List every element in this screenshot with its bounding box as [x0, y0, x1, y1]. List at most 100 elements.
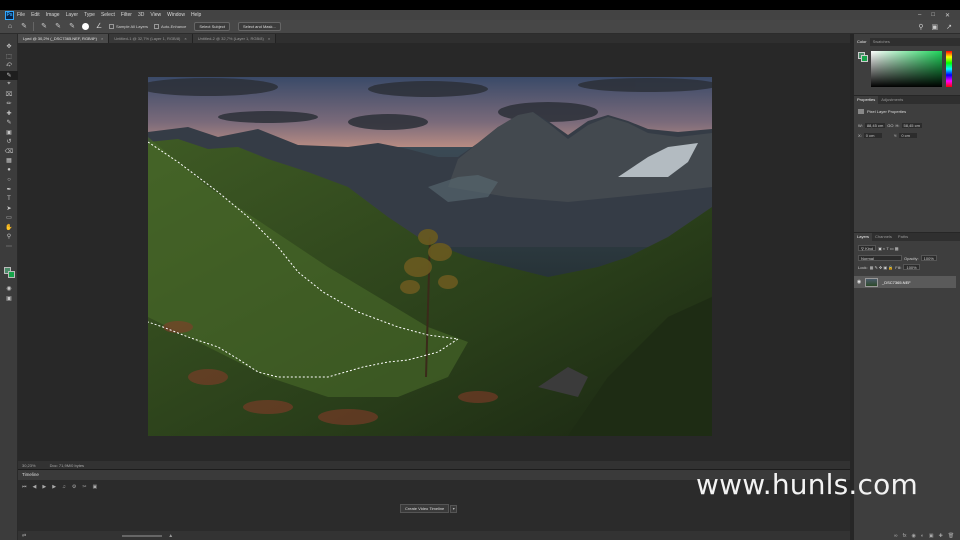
- clone-stamp-icon[interactable]: ▣: [0, 128, 18, 138]
- menu-help[interactable]: Help: [191, 12, 201, 18]
- link-proportions-label[interactable]: GO: [887, 123, 893, 128]
- move-tool-icon[interactable]: ✥: [0, 42, 18, 52]
- crop-tool-icon[interactable]: ⌖: [0, 80, 18, 90]
- layer-name[interactable]: _DSC7365.NEF: [882, 280, 911, 285]
- tab-paths[interactable]: Paths: [895, 233, 911, 241]
- gradient-tool-icon[interactable]: ▦: [0, 156, 18, 166]
- fill-field[interactable]: 100%: [903, 264, 920, 270]
- tab-layers[interactable]: Layers: [854, 233, 873, 241]
- menu-window[interactable]: Window: [167, 12, 185, 18]
- brush-tool-icon[interactable]: ✎: [0, 118, 18, 128]
- opacity-field[interactable]: 100%: [920, 255, 937, 261]
- healing-brush-icon[interactable]: ✚: [0, 109, 18, 119]
- transition-icon[interactable]: ▣: [93, 484, 98, 490]
- trash-icon[interactable]: 🗑: [948, 533, 954, 539]
- more-tools-icon[interactable]: ⋯: [0, 242, 18, 252]
- subtract-from-selection-icon[interactable]: ✎: [68, 23, 76, 31]
- path-selection-icon[interactable]: ➤: [0, 204, 18, 214]
- fx-icon[interactable]: fx: [903, 533, 907, 539]
- type-tool-icon[interactable]: T: [0, 194, 18, 204]
- tab-color[interactable]: Color: [854, 38, 870, 46]
- close-icon[interactable]: ×: [101, 36, 103, 41]
- tab-swatches[interactable]: Swatches: [870, 38, 893, 46]
- marquee-tool-icon[interactable]: ⬚: [0, 52, 18, 62]
- canvas-workspace[interactable]: [18, 43, 850, 461]
- height-field[interactable]: 58,45 cm: [901, 123, 922, 128]
- tab-channels[interactable]: Channels: [872, 233, 895, 241]
- menu-image[interactable]: Image: [46, 12, 60, 18]
- menu-layer[interactable]: Layer: [66, 12, 79, 18]
- tab-properties[interactable]: Properties: [854, 96, 879, 104]
- dodge-tool-icon[interactable]: ○: [0, 175, 18, 185]
- link-icon[interactable]: ∞: [894, 533, 898, 539]
- menu-type[interactable]: Type: [84, 12, 95, 18]
- brush-angle-icon[interactable]: ∠: [95, 23, 103, 31]
- first-frame-icon[interactable]: ⏮: [22, 484, 27, 490]
- add-to-selection-icon[interactable]: ✎: [54, 23, 62, 31]
- frame-tool-icon[interactable]: ⌧: [0, 90, 18, 100]
- create-video-timeline-button[interactable]: Create Video Timeline: [400, 504, 450, 513]
- quick-selection-tool-icon[interactable]: ✎: [20, 23, 28, 31]
- tab-adjustments[interactable]: Adjustments: [878, 96, 906, 104]
- next-frame-icon[interactable]: ▶: [52, 484, 56, 490]
- quick-selection-tool-icon[interactable]: ✎: [0, 70, 18, 80]
- mask-icon[interactable]: ◉: [911, 533, 915, 539]
- close-icon[interactable]: ✕: [945, 12, 950, 19]
- tab-document-1[interactable]: Lyed @ 30,2% (_DSC7365.NEF, RGB/8*) ×: [18, 34, 110, 43]
- hand-tool-icon[interactable]: ✋: [0, 223, 18, 233]
- hue-slider[interactable]: [946, 51, 952, 87]
- menu-3d[interactable]: 3D: [138, 12, 144, 18]
- adjustment-icon[interactable]: ◐: [921, 533, 924, 539]
- search-icon[interactable]: ⚲: [918, 23, 923, 31]
- menu-edit[interactable]: Edit: [31, 12, 40, 18]
- y-field[interactable]: 0 cm: [899, 133, 918, 138]
- background-color-swatch[interactable]: [861, 55, 868, 62]
- zoom-in-icon[interactable]: ▲: [168, 533, 173, 539]
- screen-mode-icon[interactable]: ▣: [0, 294, 18, 304]
- brush-size-icon[interactable]: [82, 23, 89, 30]
- background-color-swatch[interactable]: [8, 271, 15, 278]
- pen-tool-icon[interactable]: ✒: [0, 185, 18, 195]
- doc-size[interactable]: Doc: 71,9M/0 bytes: [50, 463, 84, 468]
- kind-filter-dropdown[interactable]: ⚲ Kind: [858, 245, 877, 251]
- previous-frame-icon[interactable]: ◀: [33, 484, 37, 490]
- select-and-mask-button[interactable]: Select and Mask...: [237, 22, 281, 31]
- folder-icon[interactable]: ▣: [929, 533, 934, 539]
- lock-icons[interactable]: ▦ ✎ ✥ ▣ 🔒: [870, 265, 894, 270]
- lasso-tool-icon[interactable]: ⤽: [0, 61, 18, 71]
- new-layer-icon[interactable]: ✚: [939, 533, 943, 539]
- blend-mode-dropdown[interactable]: Normal: [858, 255, 902, 261]
- timeline-zoom-slider[interactable]: [122, 534, 163, 537]
- new-selection-icon[interactable]: ✎: [40, 23, 48, 31]
- menu-file[interactable]: File: [17, 12, 25, 18]
- menu-select[interactable]: Select: [101, 12, 115, 18]
- color-picker-field[interactable]: [871, 51, 942, 87]
- layer-row[interactable]: ◉ _DSC7365.NEF: [854, 276, 956, 288]
- history-brush-icon[interactable]: ↺: [0, 137, 18, 147]
- filter-icons[interactable]: ▣ ◐ T ▭ ▩: [878, 246, 899, 251]
- document-canvas[interactable]: [148, 77, 712, 436]
- maximize-icon[interactable]: □: [931, 12, 935, 18]
- width-field[interactable]: 88,45 cm: [864, 123, 886, 128]
- play-icon[interactable]: ▶: [42, 484, 46, 490]
- eyedropper-tool-icon[interactable]: ✏: [0, 99, 18, 109]
- share-icon[interactable]: ↗: [946, 23, 952, 31]
- menu-view[interactable]: View: [150, 12, 161, 18]
- sample-all-layers-checkbox[interactable]: Sample All Layers: [109, 24, 148, 29]
- workspace-icon[interactable]: ▣: [932, 23, 939, 31]
- close-icon[interactable]: ×: [184, 36, 186, 41]
- split-icon[interactable]: ✂: [82, 484, 86, 490]
- auto-enhance-checkbox[interactable]: Auto-Enhance: [154, 24, 186, 29]
- settings-icon[interactable]: ⚙: [72, 484, 76, 490]
- select-subject-button[interactable]: Select Subject: [194, 22, 230, 31]
- zoom-level[interactable]: 30,23%: [22, 463, 36, 468]
- audio-icon[interactable]: ♫: [62, 484, 66, 490]
- quick-mask-icon[interactable]: ◉: [0, 284, 18, 294]
- render-icon[interactable]: ⇄: [22, 533, 26, 539]
- blur-tool-icon[interactable]: ●: [0, 166, 18, 176]
- home-icon[interactable]: ⌂: [6, 23, 14, 31]
- zoom-tool-icon[interactable]: ⚲: [0, 232, 18, 242]
- eraser-tool-icon[interactable]: ⌫: [0, 147, 18, 157]
- shape-tool-icon[interactable]: ▭: [0, 213, 18, 223]
- x-field[interactable]: 0 cm: [863, 133, 882, 138]
